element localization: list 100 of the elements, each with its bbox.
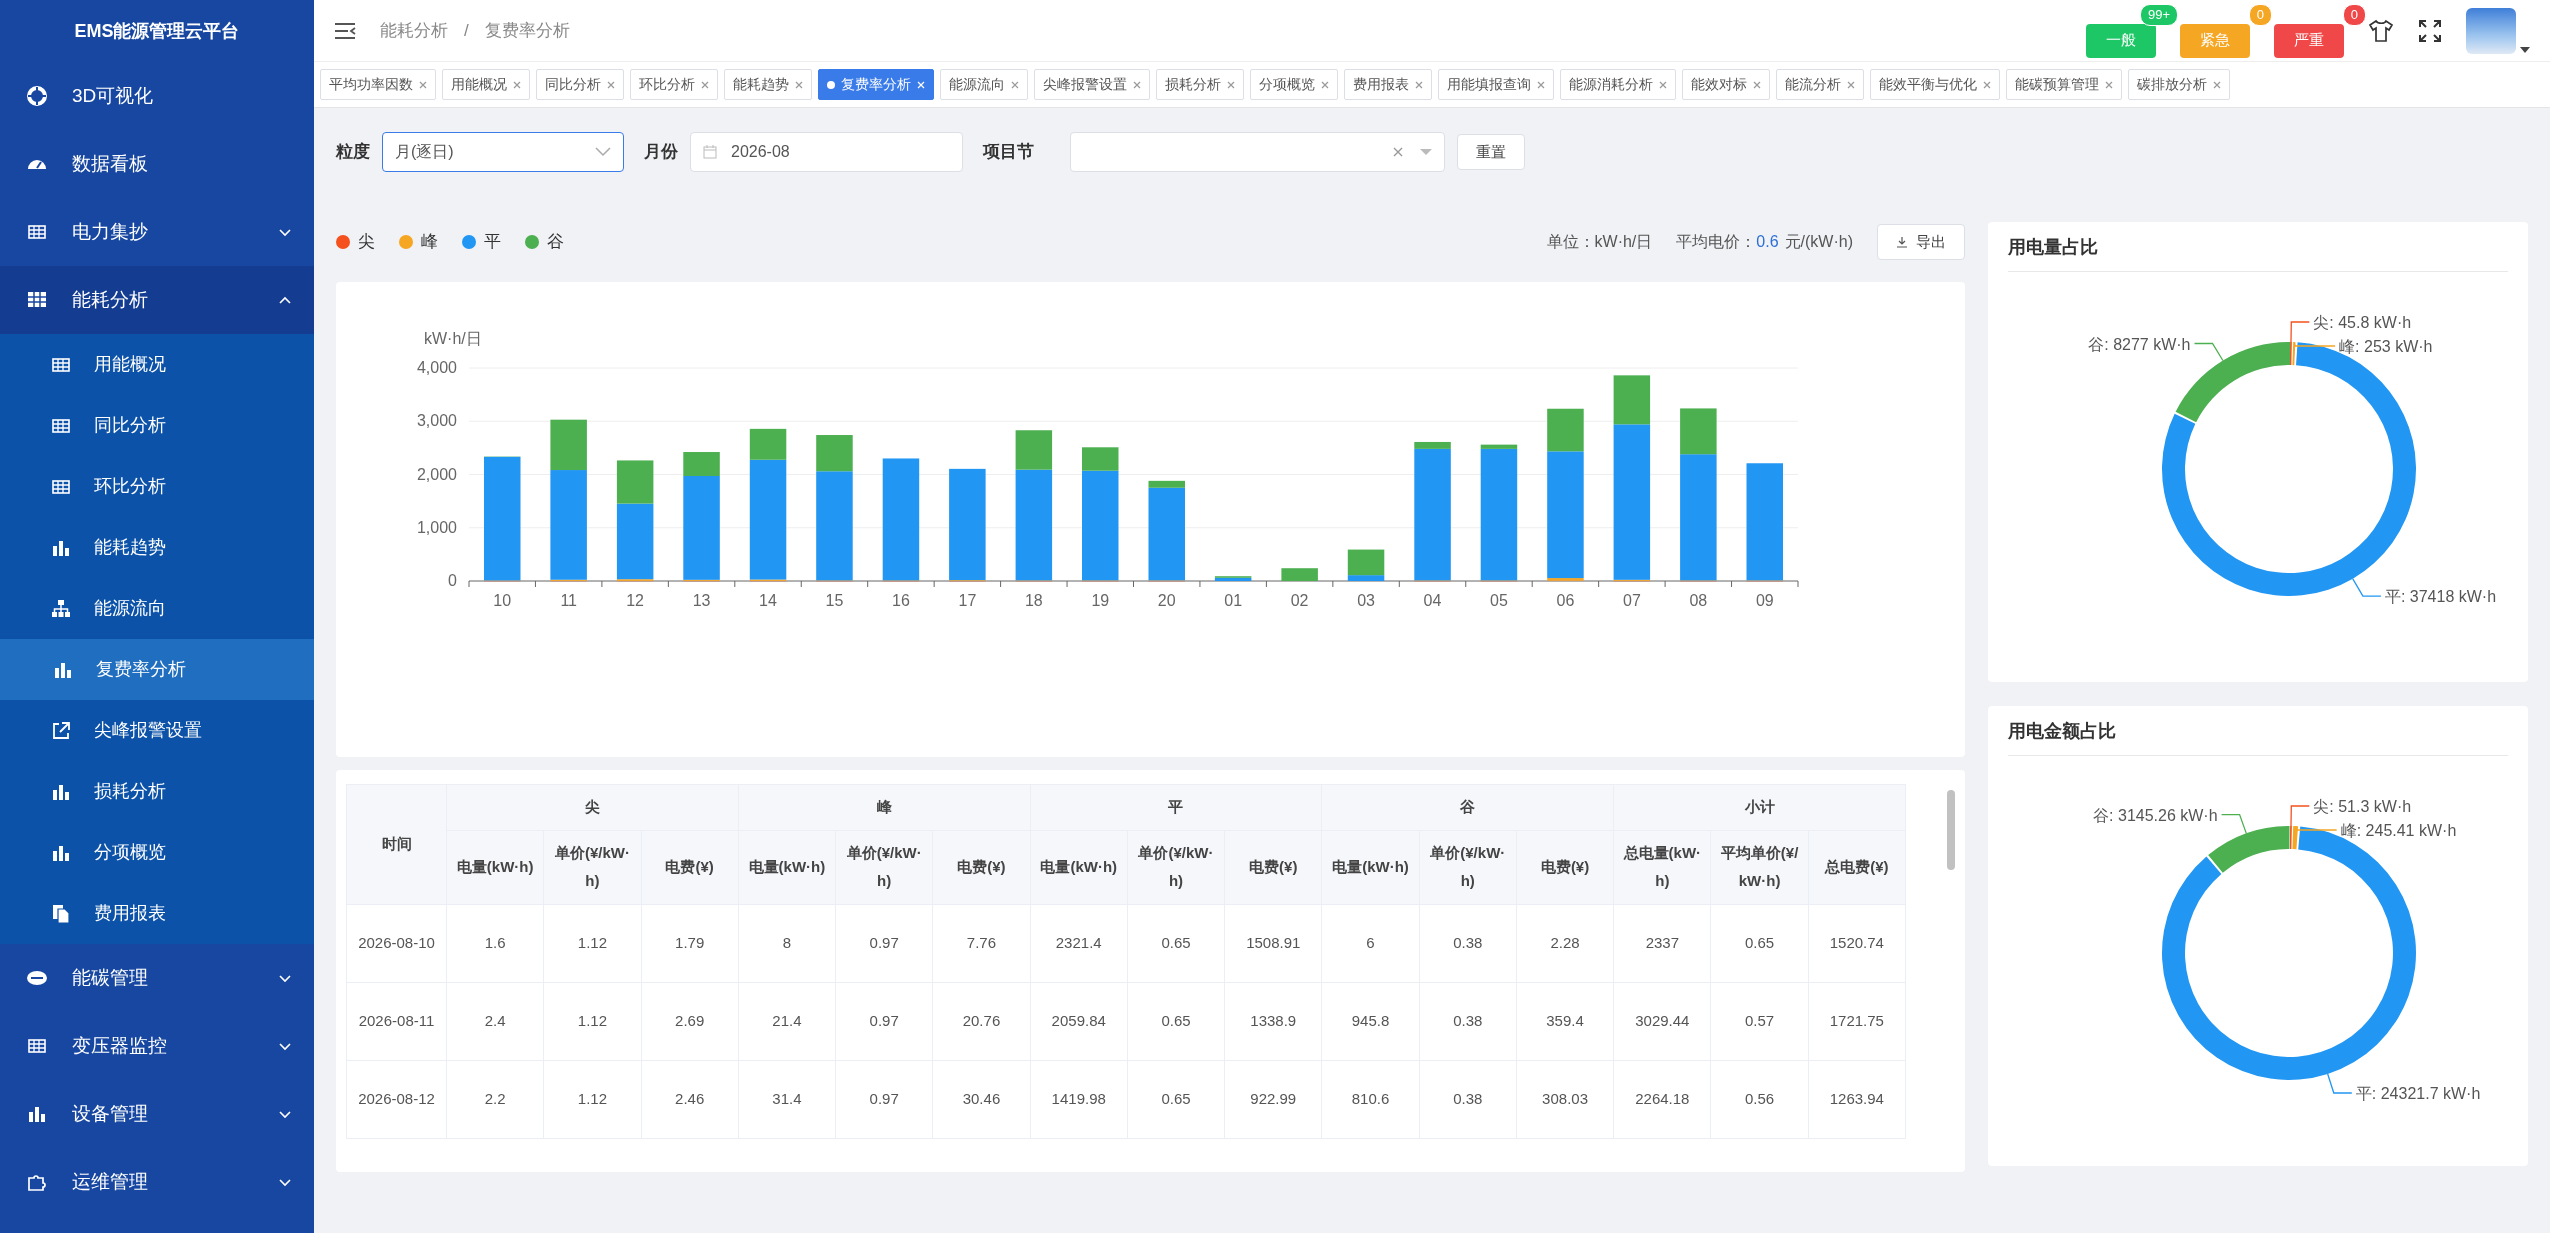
breadcrumb-item: 复费率分析: [484, 19, 570, 42]
table-cell: 0.38: [1419, 1060, 1517, 1138]
field-label: 项目节: [983, 141, 1034, 164]
table-cell: 2026-08-10: [346, 904, 447, 982]
slice-label: 平: 24321.7 kW·h: [2355, 1085, 2481, 1102]
x-tick-label: 05: [1490, 592, 1508, 609]
table-cell: 7.76: [932, 904, 1031, 982]
table-cell: 2321.4: [1030, 904, 1128, 982]
x-tick-label: 14: [759, 592, 777, 609]
table-cell: 2.2: [446, 1060, 544, 1138]
column-header: 电费(¥): [1516, 830, 1614, 904]
table-cell: 31.4: [738, 1060, 836, 1138]
table-cell: 6: [1321, 904, 1420, 982]
table-cell: 0.65: [1127, 982, 1225, 1060]
slice-label: 峰: 253 kW·h: [2339, 338, 2433, 355]
column-header: 单价(¥/kW·h): [1419, 830, 1517, 904]
x-tick-label: 03: [1357, 592, 1375, 609]
y-tick-label: 1,000: [416, 518, 457, 536]
column-group-header: 尖: [446, 784, 739, 830]
legend-label: 平: [484, 231, 501, 254]
table-cell: 1520.74: [1808, 904, 1906, 982]
table-cell: 2.4: [446, 982, 544, 1060]
table-cell: 0.38: [1419, 904, 1517, 982]
panel-title: 用电量占比: [2008, 234, 2508, 272]
column-header: 电费(¥): [932, 830, 1031, 904]
app-title: EMS能源管理云平台: [74, 19, 240, 43]
table-cell: 1.12: [543, 982, 642, 1060]
column-header: 平均单价(¥/kW·h): [1710, 830, 1809, 904]
price-label: 平均电价：: [1676, 232, 1757, 252]
table-cell: 0.57: [1710, 982, 1809, 1060]
column-header: 时间: [346, 784, 447, 904]
x-tick-label: 02: [1290, 592, 1309, 609]
count-badge: 99+: [2139, 3, 2178, 26]
column-header: 电费(¥): [1224, 830, 1322, 904]
table-cell: 0.65: [1710, 904, 1809, 982]
panel-title: 用电金额占比: [2008, 718, 2508, 756]
table-cell: 0.38: [1419, 982, 1517, 1060]
legend-label: 谷: [547, 231, 564, 254]
count-badge: 0: [2248, 3, 2272, 26]
x-tick-label: 01: [1224, 592, 1243, 609]
table-cell: 0.97: [835, 904, 933, 982]
table-cell: 1.6: [446, 904, 544, 982]
field-label: 粒度: [336, 141, 370, 164]
column-header: 电量(kW·h): [1321, 830, 1420, 904]
column-header: 电量(kW·h): [446, 830, 544, 904]
slice-label: 谷: 3145.26 kW·h: [2093, 806, 2218, 824]
column-header: 单价(¥/kW·h): [1127, 830, 1225, 904]
column-header: 电量(kW·h): [738, 830, 836, 904]
column-group-header: 峰: [738, 784, 1031, 830]
slice-label: 尖: 51.3 kW·h: [2313, 798, 2412, 815]
x-tick-label: 08: [1689, 592, 1708, 609]
x-tick-label: 10: [493, 592, 512, 609]
table-cell: 21.4: [738, 982, 836, 1060]
y-tick-label: 0: [448, 572, 457, 589]
price-value: 0.6: [1756, 232, 1779, 252]
x-tick-label: 19: [1091, 592, 1110, 609]
table-cell: 1721.75: [1808, 982, 1906, 1060]
slice-label: 谷: 8277 kW·h: [2088, 335, 2191, 353]
slice-label: 平: 37418 kW·h: [2384, 588, 2497, 606]
x-tick-label: 13: [692, 592, 711, 609]
table-cell: 30.46: [932, 1060, 1031, 1138]
legend-label: 尖: [358, 231, 375, 254]
unit-label: 单位：kW·h/日: [1546, 232, 1653, 252]
x-tick-label: 16: [892, 592, 910, 609]
column-header: 电量(kW·h): [1030, 830, 1128, 904]
y-tick-label: 4,000: [416, 359, 457, 376]
x-tick-label: 20: [1157, 592, 1176, 609]
table-cell: 2337: [1613, 904, 1711, 982]
x-tick-label: 18: [1024, 592, 1043, 609]
price-unit: 元/(kW·h): [1784, 232, 1853, 252]
x-tick-label: 15: [825, 592, 844, 609]
x-tick-label: 06: [1556, 592, 1575, 609]
table-cell: 8: [738, 904, 836, 982]
table-cell: 2026-08-12: [346, 1060, 447, 1138]
table-cell: 1.12: [543, 904, 642, 982]
column-header: 单价(¥/kW·h): [835, 830, 933, 904]
table-cell: 1508.91: [1224, 904, 1322, 982]
y-tick-label: 2,000: [416, 465, 457, 483]
table-cell: 1263.94: [1808, 1060, 1906, 1138]
field-label: 月份: [644, 141, 678, 164]
column-header: 总电量(kW·h): [1613, 830, 1711, 904]
column-group-header: 谷: [1321, 784, 1614, 830]
legend-label: 峰: [421, 231, 438, 254]
y-tick-label: 3,000: [416, 412, 457, 430]
table-cell: 2264.18: [1613, 1060, 1711, 1138]
table-cell: 810.6: [1321, 1060, 1420, 1138]
table-cell: 0.97: [835, 1060, 933, 1138]
table-cell: 0.97: [835, 982, 933, 1060]
x-tick-label: 04: [1423, 592, 1442, 609]
table-cell: 1338.9: [1224, 982, 1322, 1060]
table-cell: 3029.44: [1613, 982, 1711, 1060]
table-cell: 1.79: [641, 904, 739, 982]
column-header: 单价(¥/kW·h): [543, 830, 642, 904]
table-cell: 922.99: [1224, 1060, 1322, 1138]
column-group-header: 小计: [1613, 784, 1906, 830]
table-cell: 0.65: [1127, 1060, 1225, 1138]
table-cell: 2.28: [1516, 904, 1614, 982]
table-cell: 1419.98: [1030, 1060, 1128, 1138]
slice-label: 尖: 45.8 kW·h: [2313, 314, 2412, 331]
table-cell: 308.03: [1516, 1060, 1614, 1138]
